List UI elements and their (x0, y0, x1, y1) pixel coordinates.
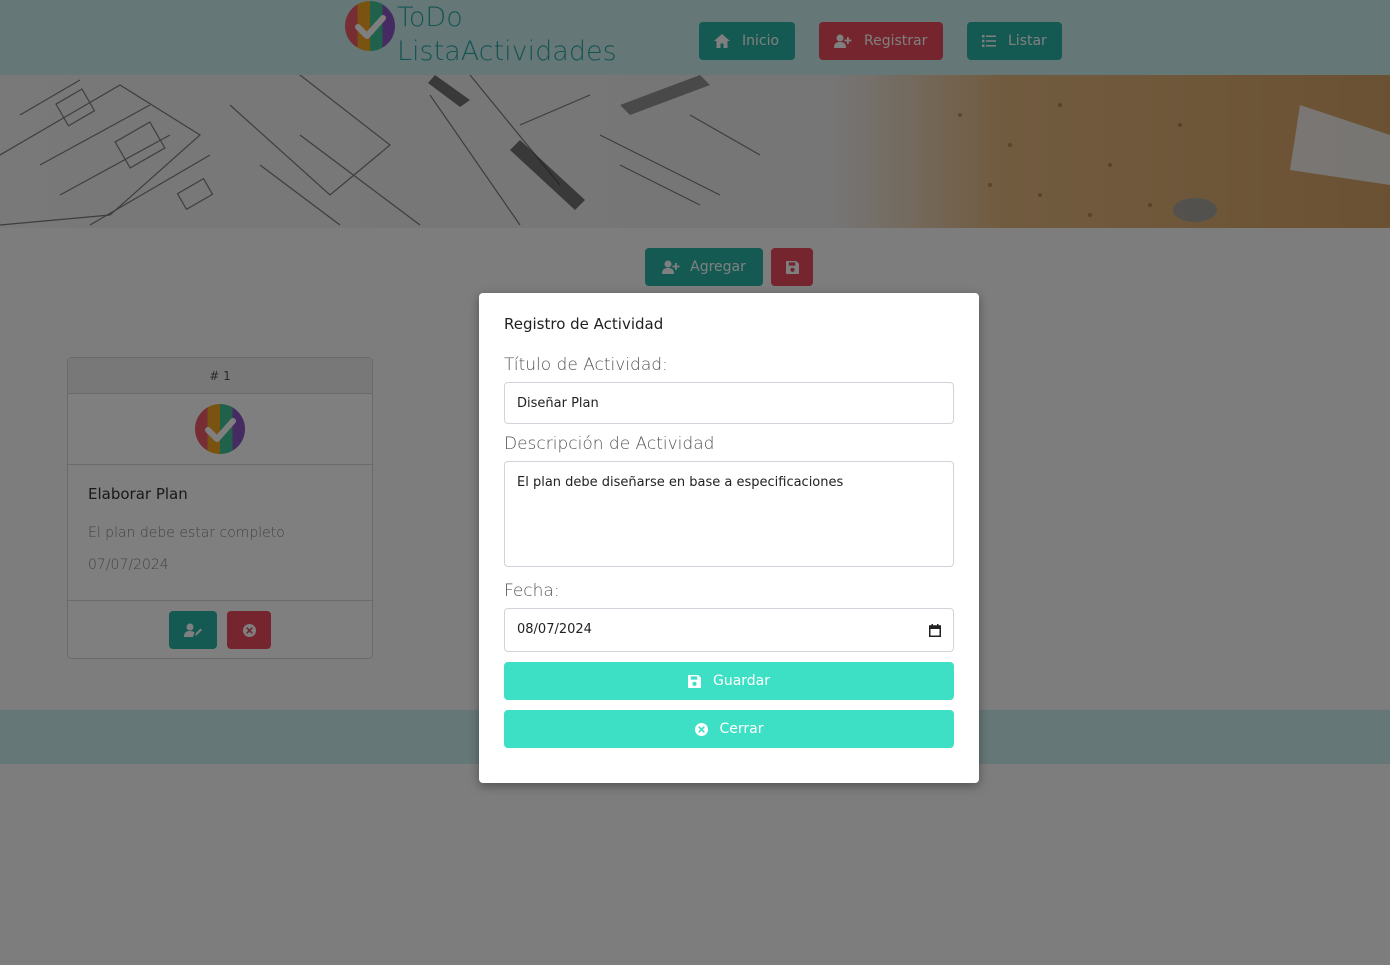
close-modal-label: Cerrar (719, 721, 764, 737)
activity-register-modal: Registro de Actividad Título de Activida… (479, 293, 979, 783)
activity-date-label: Fecha: (504, 581, 560, 601)
save-activity-label: Guardar (712, 673, 771, 689)
calendar-icon[interactable] (929, 623, 941, 637)
floppy-disk-icon (687, 674, 701, 688)
close-modal-button[interactable]: Cerrar (504, 710, 954, 748)
activity-description-label: Descripción de Actividad (504, 434, 715, 454)
close-circle-icon (694, 722, 708, 736)
activity-description-textarea[interactable]: El plan debe diseñarse en base a especif… (504, 461, 954, 567)
save-activity-button[interactable]: Guardar (504, 662, 954, 700)
activity-date-value: 08/07/2024 (517, 622, 592, 637)
activity-title-input[interactable] (504, 382, 954, 424)
modal-title: Registro de Actividad (504, 315, 664, 333)
activity-date-input[interactable]: 08/07/2024 (504, 608, 954, 652)
activity-title-label: Título de Actividad: (504, 355, 668, 375)
